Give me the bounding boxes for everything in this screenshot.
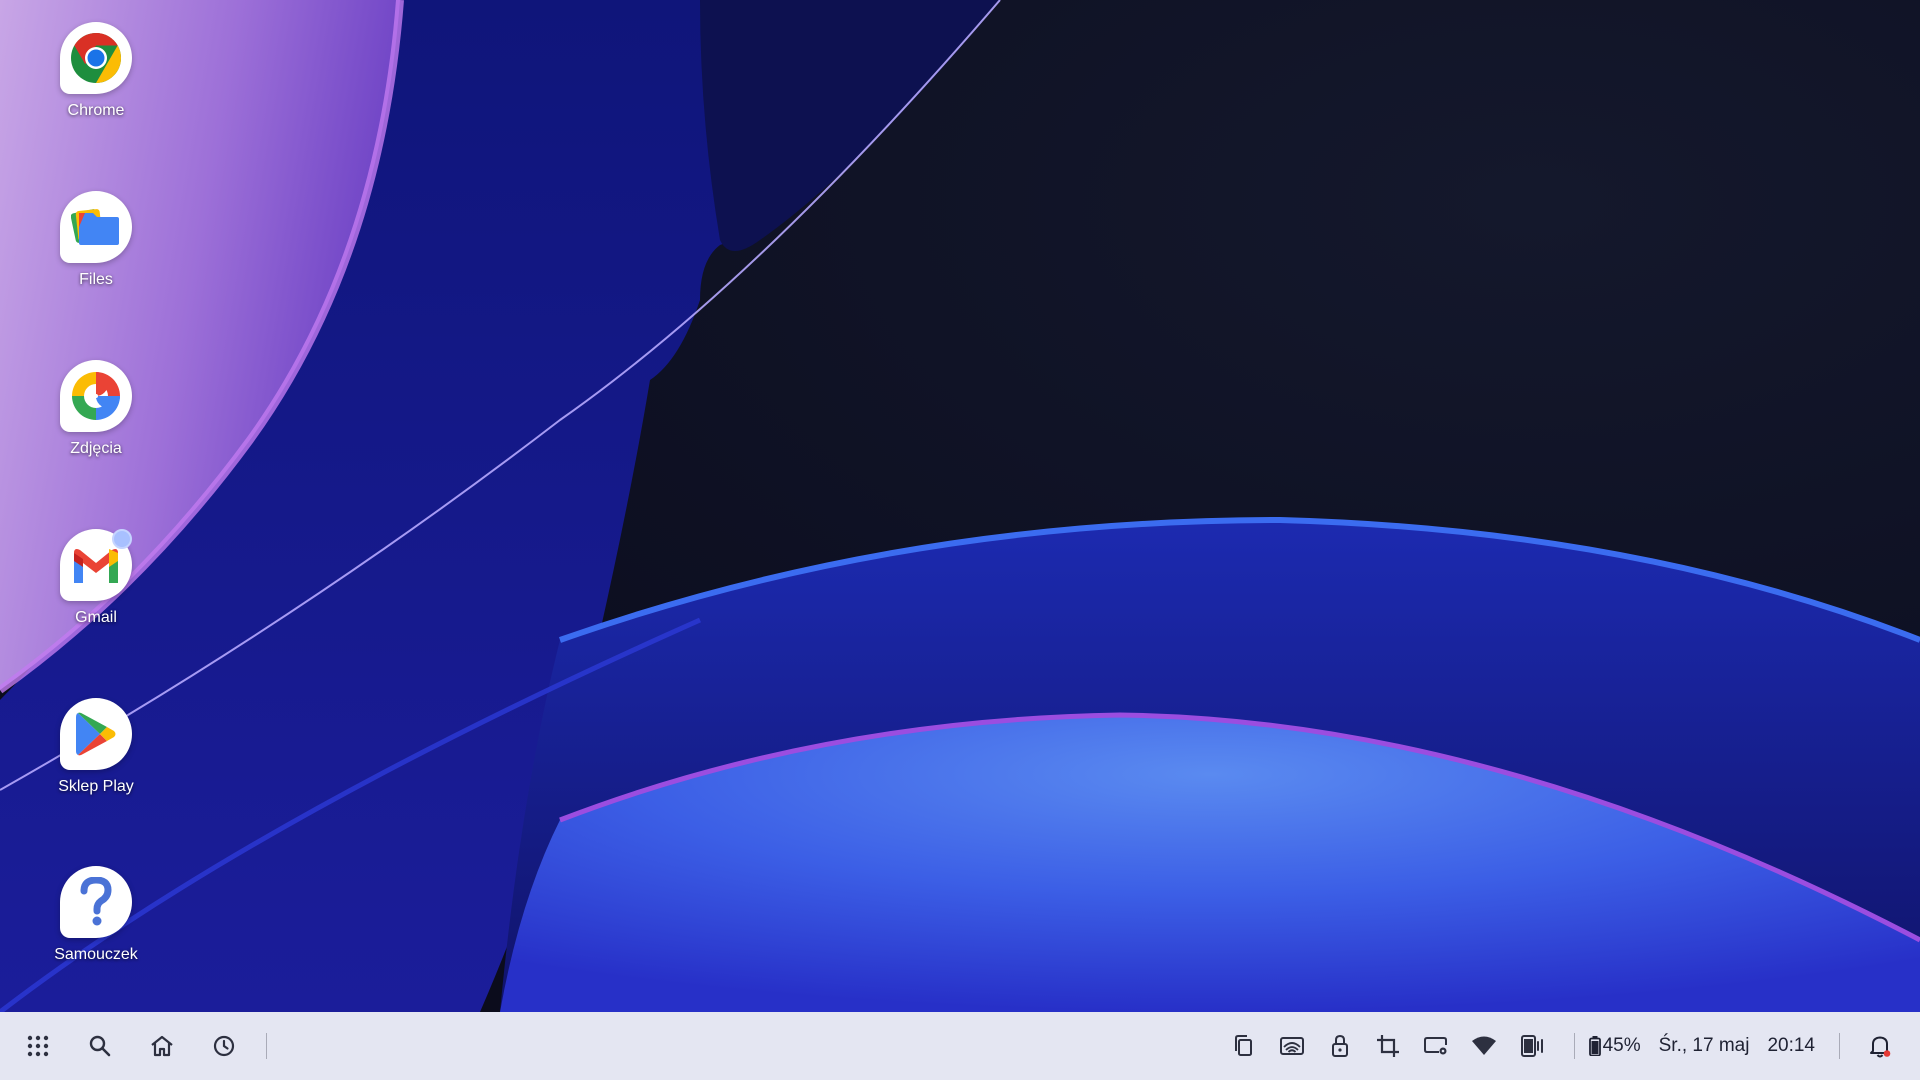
tray-copy-button[interactable]	[1224, 1026, 1264, 1066]
app-tile	[60, 866, 132, 938]
tray-display-settings-button[interactable]	[1416, 1026, 1456, 1066]
files-icon	[71, 205, 121, 249]
launcher-button[interactable]	[18, 1026, 58, 1066]
app-shortcut-tutorial[interactable]: Samouczek	[46, 866, 146, 964]
tray-crop-button[interactable]	[1368, 1026, 1408, 1066]
bell-icon	[1869, 1034, 1891, 1058]
copy-icon	[1233, 1034, 1255, 1058]
app-label: Files	[79, 271, 113, 288]
recent-clock-icon	[212, 1034, 236, 1058]
tray-wifi-button[interactable]	[1464, 1026, 1504, 1066]
app-tile	[60, 360, 132, 432]
search-icon	[88, 1034, 112, 1058]
app-label: Samouczek	[54, 946, 138, 963]
battery-indicator: 45%	[1588, 1035, 1641, 1057]
lock-icon	[1330, 1034, 1350, 1058]
taskbar: 45% Śr., 17 maj 20:14	[0, 1012, 1920, 1080]
battery-icon	[1588, 1036, 1601, 1056]
status-divider	[1839, 1033, 1840, 1059]
status-area[interactable]: 45% Śr., 17 maj 20:14	[1588, 1035, 1815, 1057]
apps-grid-icon	[27, 1035, 49, 1057]
battery-level: 45%	[1602, 1035, 1641, 1056]
display-settings-icon	[1423, 1035, 1449, 1057]
app-label: Gmail	[75, 609, 117, 626]
notification-dot	[112, 529, 132, 549]
app-shortcut-photos[interactable]: Zdjęcia	[46, 360, 146, 458]
app-shortcut-files[interactable]: Files	[46, 191, 146, 289]
question-mark-icon	[76, 877, 116, 927]
app-tile	[60, 191, 132, 263]
tray-phone-button[interactable]	[1512, 1026, 1552, 1066]
app-label: Sklep Play	[58, 778, 134, 795]
tray-cast-button[interactable]	[1272, 1026, 1312, 1066]
taskbar-divider	[266, 1033, 267, 1059]
home-button[interactable]	[142, 1026, 182, 1066]
wallpaper	[0, 0, 1920, 1012]
tray-lock-button[interactable]	[1320, 1026, 1360, 1066]
app-shortcut-play-store[interactable]: Sklep Play	[46, 698, 146, 796]
photos-pinwheel-icon	[68, 368, 124, 424]
gmail-icon	[70, 545, 122, 585]
app-tile	[60, 22, 132, 94]
recent-apps-button[interactable]	[204, 1026, 244, 1066]
app-tile	[60, 529, 132, 601]
home-icon	[149, 1034, 175, 1058]
app-tile	[60, 698, 132, 770]
phone-vibrate-icon	[1519, 1034, 1545, 1058]
notifications-button[interactable]	[1860, 1026, 1900, 1066]
play-store-icon	[74, 710, 118, 758]
app-label: Zdjęcia	[70, 440, 122, 457]
time-label: 20:14	[1767, 1035, 1815, 1056]
app-shortcut-chrome[interactable]: Chrome	[46, 22, 146, 120]
search-button[interactable]	[80, 1026, 120, 1066]
date-label: Śr., 17 maj	[1658, 1035, 1750, 1056]
tray-divider	[1573, 1033, 1575, 1059]
app-shortcut-gmail[interactable]: Gmail	[46, 529, 146, 627]
chrome-icon	[69, 31, 123, 85]
wifi-icon	[1471, 1036, 1497, 1056]
system-tray	[1224, 1026, 1589, 1066]
screen-cast-icon	[1279, 1035, 1305, 1057]
crop-icon	[1376, 1034, 1400, 1058]
app-label: Chrome	[67, 102, 125, 119]
